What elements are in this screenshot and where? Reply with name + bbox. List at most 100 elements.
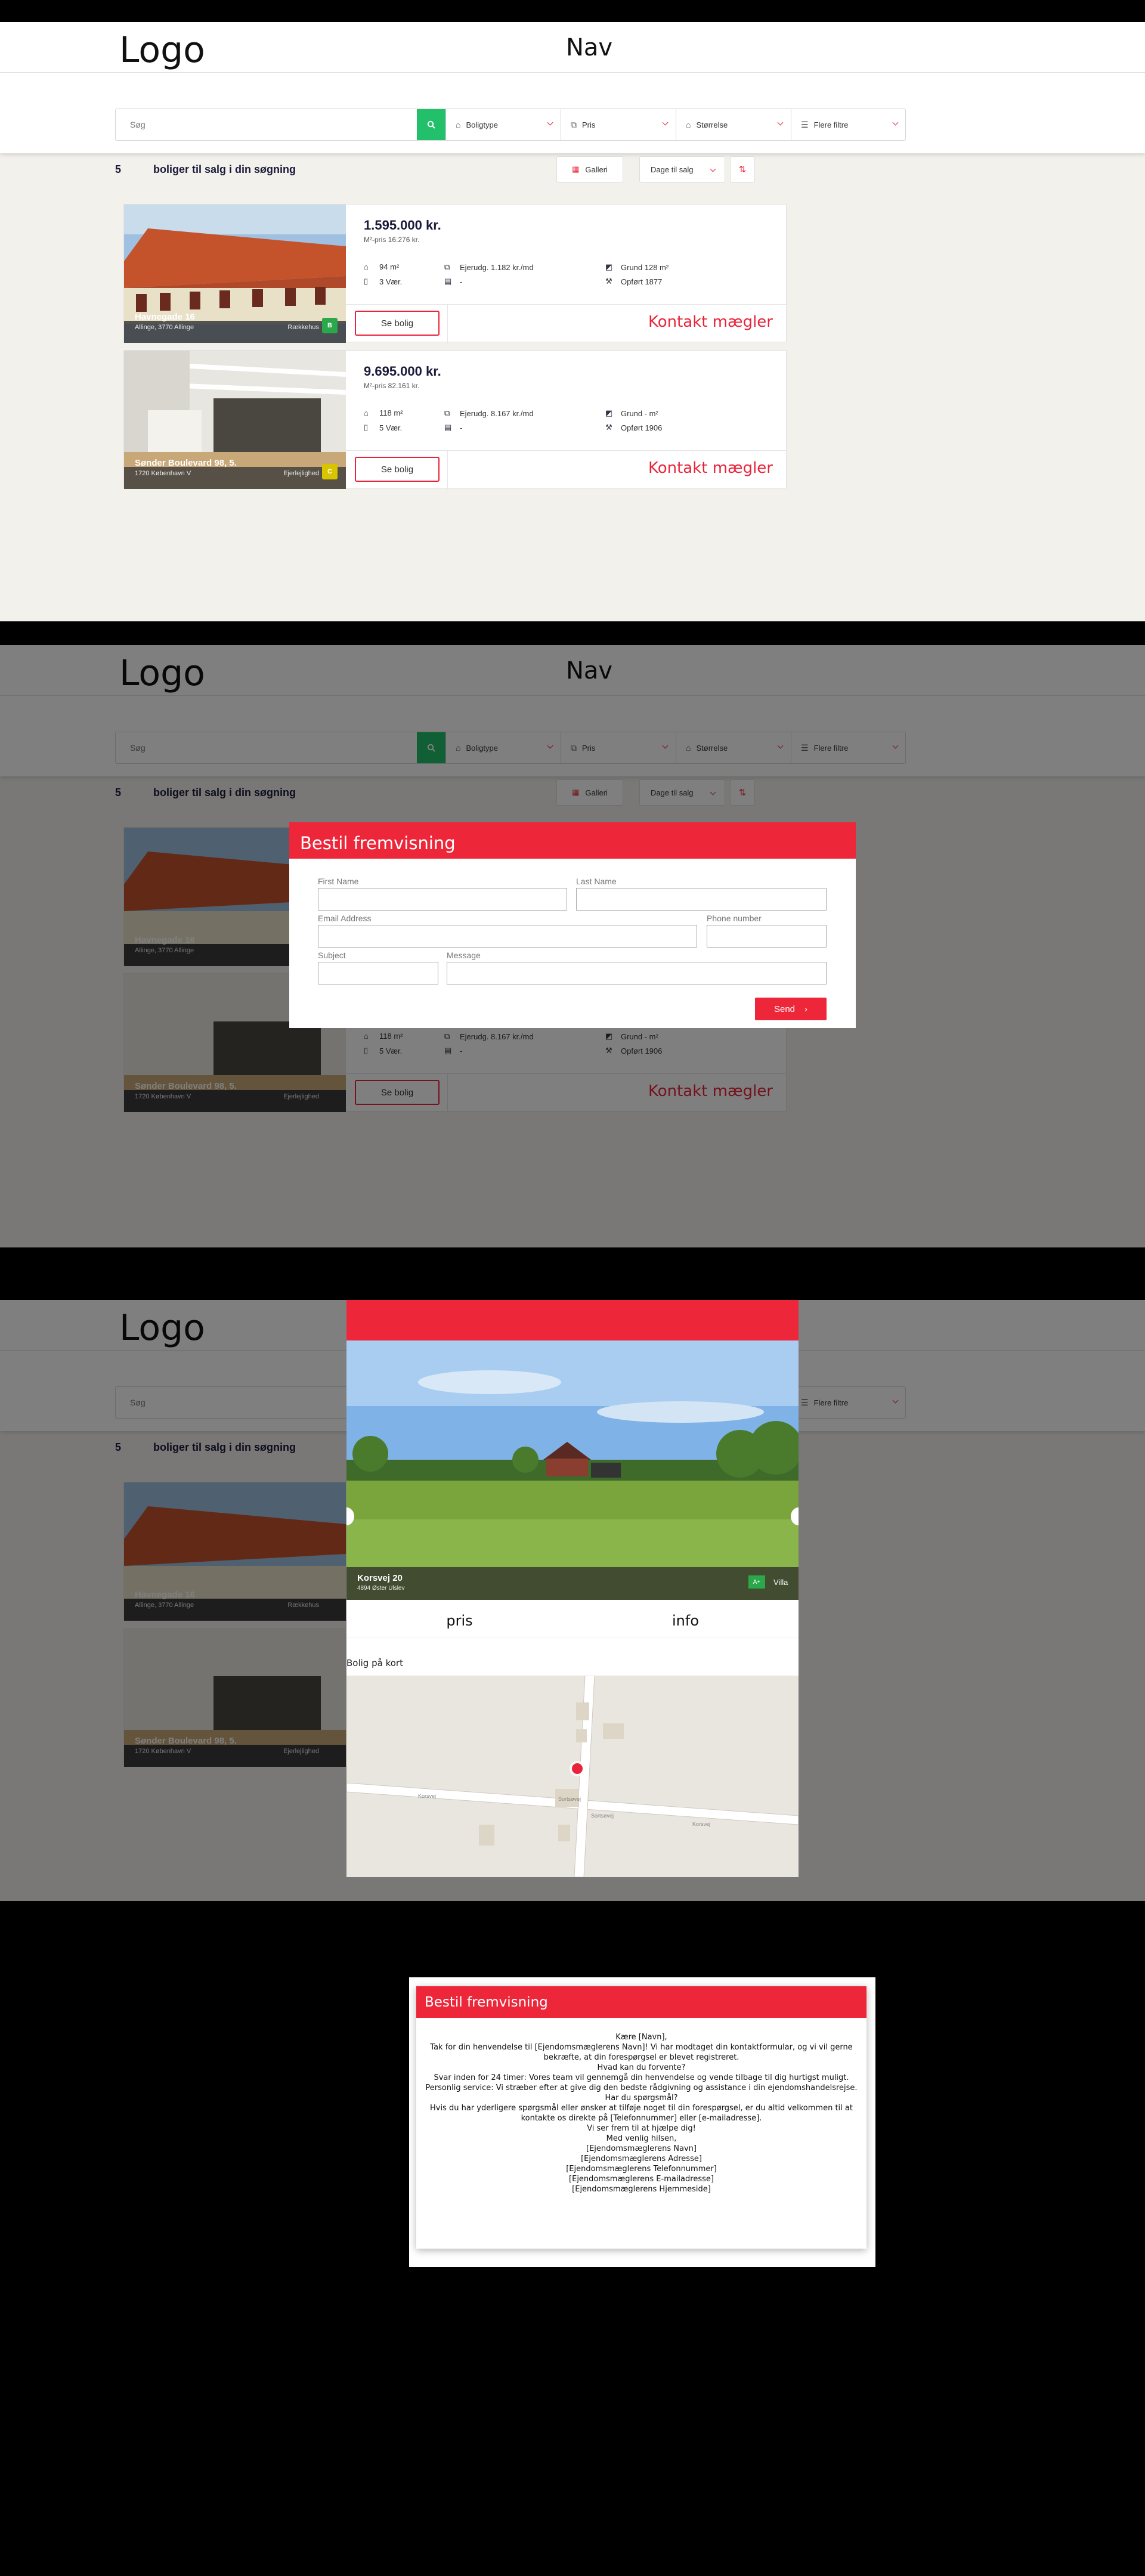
filter-flere[interactable]: ☰Flere filtre bbox=[791, 109, 906, 140]
chevron-down-icon bbox=[662, 119, 669, 126]
listing-address: Havnegade 16 bbox=[135, 312, 195, 322]
spec-misc: ▤- bbox=[444, 277, 463, 286]
road-label: Sortsøvej bbox=[558, 1796, 581, 1802]
search-button[interactable] bbox=[417, 109, 445, 140]
see-listing-button[interactable]: Se bolig bbox=[355, 457, 440, 482]
property-address: Korsvej 20 bbox=[357, 1573, 403, 1583]
email-line: bekræfte, at din forespørgsel er blevet … bbox=[543, 2053, 739, 2062]
door-icon: ▯ bbox=[364, 423, 369, 432]
property-detail-modal: Korsvej 20 4894 Øster Ulslev A+ Villa pr… bbox=[346, 1300, 799, 1877]
listing-card[interactable]: Sønder Boulevard 98, 5. 1720 København V… bbox=[123, 350, 787, 490]
last-name-field[interactable] bbox=[576, 888, 827, 911]
first-name-field[interactable] bbox=[318, 888, 567, 911]
property-photo[interactable]: Korsvej 20 4894 Øster Ulslev A+ Villa bbox=[346, 1340, 799, 1600]
spec-grund: ◩ Grund 128 m² bbox=[605, 262, 669, 272]
email-title: Bestil fremvisning bbox=[416, 1986, 867, 2018]
email-line: Hvad kan du forvente? bbox=[597, 2063, 686, 2072]
plot-icon: ◩ bbox=[605, 408, 613, 417]
message-field[interactable] bbox=[447, 962, 827, 984]
spec-rooms: ▯ 3 Vær. bbox=[364, 277, 403, 286]
sort-icon: ⇅ bbox=[738, 165, 747, 175]
listing-page-frame: Logo Nav ⌂Boligtype ⧉Pris ⌂Størrelse ☰Fl… bbox=[0, 22, 1145, 621]
confirmation-email: Bestil fremvisning Kære [Navn], Tak for d… bbox=[416, 1986, 867, 2249]
area-icon: ⌂ bbox=[364, 408, 369, 417]
listing-price: 9.695.000 kr. bbox=[364, 364, 441, 379]
message-label: Message bbox=[447, 950, 481, 960]
email-line: Tak for din henvendelse til [Ejendomsmæg… bbox=[430, 2043, 853, 2052]
listing-city: 1720 København V bbox=[135, 470, 191, 477]
property-map[interactable]: Korsvej Sortsøvej Sortsøvej Korsvej bbox=[346, 1676, 799, 1877]
road-label: Korsvej bbox=[692, 1821, 710, 1827]
last-name-label: Last Name bbox=[576, 877, 617, 886]
calendar-icon: ▤ bbox=[444, 423, 452, 432]
email-line: Kære [Navn], bbox=[615, 2033, 667, 2042]
spec-ejerudg: ⧉Ejerudg. 8.167 kr./md bbox=[444, 408, 534, 418]
build-icon: ⚒ bbox=[605, 423, 612, 432]
email-line: kontakte os direkte på [Telefonnummer] e… bbox=[521, 2114, 762, 2123]
email-body: Kære [Navn], Tak for din henvendelse til … bbox=[416, 2032, 867, 2194]
sort-direction-button[interactable]: ⇅ bbox=[730, 156, 755, 182]
property-type: Villa bbox=[773, 1578, 788, 1587]
email-line: Vi ser frem til at hjælpe dig! bbox=[587, 2124, 696, 2133]
email-line: Har du spørgsmål? bbox=[605, 2094, 678, 2103]
spec-ejerudg: ⧉ Ejerudg. 1.182 kr./md bbox=[444, 262, 534, 272]
spec-built: ⚒ Opført 1877 bbox=[605, 277, 663, 286]
listing-card[interactable]: Havnegade 16 Allinge, 3770 Allinge Række… bbox=[123, 204, 787, 343]
email-field[interactable] bbox=[318, 925, 697, 948]
spec-built: ⚒Opført 1906 bbox=[605, 423, 663, 432]
email-label: Email Address bbox=[318, 914, 372, 923]
filter-storrelse[interactable]: ⌂Størrelse bbox=[676, 109, 791, 140]
door-icon: ▯ bbox=[364, 277, 369, 286]
subject-field[interactable] bbox=[318, 962, 438, 984]
listing-address: Sønder Boulevard 98, 5. bbox=[135, 458, 237, 468]
tab-info[interactable]: info bbox=[572, 1609, 799, 1637]
email-line: Personlig service: Vi stræber efter at g… bbox=[425, 2083, 858, 2092]
contact-agent-link[interactable]: Kontakt mægler bbox=[648, 459, 773, 477]
money-icon: ⧉ bbox=[444, 408, 450, 417]
send-button[interactable]: Send › bbox=[755, 998, 827, 1020]
email-line: [Ejendomsmæglerens Navn] bbox=[586, 2144, 697, 2153]
listing-m2-price: M²-pris 82.161 kr. bbox=[364, 382, 420, 390]
contact-form-modal: Bestil fremvisning First Name Last Name … bbox=[289, 822, 856, 1028]
road-label: Korsvej bbox=[418, 1793, 436, 1799]
map-label: Bolig på kort bbox=[346, 1658, 403, 1668]
confirmation-email-frame: Bestil fremvisning Kære [Navn], Tak for d… bbox=[409, 1977, 875, 2267]
map-pin-icon[interactable] bbox=[570, 1761, 585, 1776]
road-label: Sortsøvej bbox=[591, 1813, 614, 1819]
email-line: [Ejendomsmæglerens E-mailadresse] bbox=[569, 2175, 714, 2184]
spec-area: ⌂ 94 m² bbox=[364, 262, 400, 271]
filter-boligtype[interactable]: ⌂Boligtype bbox=[445, 109, 561, 140]
see-listing-button[interactable]: Se bolig bbox=[355, 311, 440, 336]
listing-type: Ejerlejlighed bbox=[283, 470, 319, 477]
email-line: [Ejendomsmæglerens Hjemmeside] bbox=[572, 2185, 711, 2194]
sort-select[interactable]: Dage til salg bbox=[639, 156, 725, 182]
chevron-down-icon bbox=[892, 119, 899, 126]
listing-info: 1.595.000 kr. M²-pris 16.276 kr. ⌂ 94 m² … bbox=[346, 205, 787, 343]
energy-badge: B bbox=[322, 318, 338, 333]
main-nav[interactable]: Nav bbox=[566, 34, 612, 61]
search-box: ⌂Boligtype ⧉Pris ⌂Størrelse ☰Flere filtr… bbox=[115, 109, 906, 141]
spec-area: ⌂118 m² bbox=[364, 408, 403, 417]
calendar-icon: ▤ bbox=[444, 277, 452, 286]
search-input[interactable] bbox=[116, 109, 417, 140]
listing-photo[interactable]: Sønder Boulevard 98, 5. 1720 København V… bbox=[124, 351, 346, 489]
email-line: Svar inden for 24 timer: Vores team vil … bbox=[434, 2073, 849, 2082]
property-modal-frame: Logo Nav ☰Flere filtre 5 boliger til sal… bbox=[0, 1300, 1145, 1901]
listing-info: 9.695.000 kr. M²-pris 82.161 kr. ⌂ 118 m²… bbox=[346, 351, 787, 490]
size-icon: ⌂ bbox=[686, 120, 691, 129]
listing-photo[interactable]: Havnegade 16 Allinge, 3770 Allinge Række… bbox=[124, 205, 346, 343]
contact-agent-link[interactable]: Kontakt mægler bbox=[648, 313, 773, 331]
gallery-button[interactable]: ▦Galleri bbox=[556, 156, 623, 182]
plot-icon: ◩ bbox=[605, 262, 613, 271]
result-label: boliger til salg i din søgning bbox=[153, 163, 296, 175]
phone-field[interactable] bbox=[707, 925, 827, 948]
property-city: 4894 Øster Ulslev bbox=[357, 1585, 405, 1592]
listing-city: Allinge, 3770 Allinge bbox=[135, 324, 194, 331]
chevron-down-icon bbox=[777, 119, 784, 126]
chevron-down-icon bbox=[547, 119, 553, 126]
email-line: Med venlig hilsen, bbox=[606, 2134, 677, 2143]
tab-pris[interactable]: pris bbox=[346, 1609, 572, 1637]
spec-grund: ◩Grund - m² bbox=[605, 408, 658, 418]
filter-pris[interactable]: ⧉Pris bbox=[561, 109, 676, 140]
logo[interactable]: Logo bbox=[119, 29, 205, 71]
